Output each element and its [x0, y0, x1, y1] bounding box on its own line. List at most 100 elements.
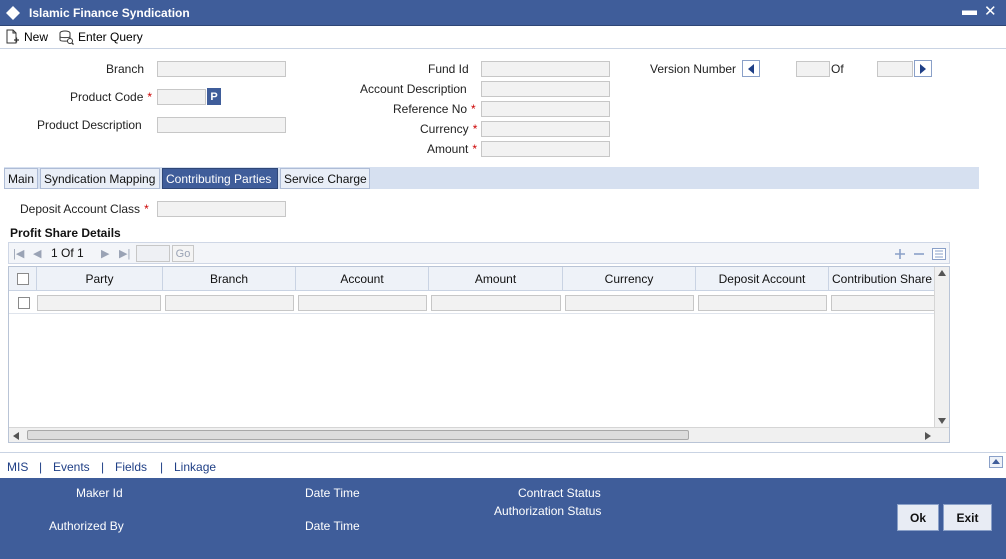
branch-label: Branch [106, 62, 145, 76]
tab-strip: Main Syndication Mapping Contributing Pa… [4, 167, 979, 189]
product-code-lookup-button[interactable]: P [207, 88, 221, 105]
contribution-share-cell[interactable] [831, 295, 935, 311]
enter-query-label: Enter Query [78, 30, 143, 44]
product-description-label: Product Description [37, 118, 142, 132]
grid-pager-bar: |◀ ◀ 1 Of 1 ▶ ▶| Go [8, 242, 950, 264]
column-header-party[interactable]: Party [37, 267, 163, 291]
select-all-cell [9, 267, 37, 291]
add-row-icon[interactable] [892, 246, 908, 262]
tab-contributing-parties[interactable]: Contributing Parties [162, 168, 278, 189]
close-icon[interactable]: ✕ [984, 2, 997, 20]
table-row[interactable] [9, 292, 935, 314]
page-number-input[interactable] [136, 245, 170, 262]
amount-field[interactable] [481, 141, 610, 157]
account-description-label: Account Description [360, 82, 467, 96]
account-cell[interactable] [298, 295, 427, 311]
horizontal-scrollbar[interactable] [9, 427, 949, 442]
fund-id-label: Fund Id [428, 62, 469, 76]
link-separator: | [39, 460, 43, 474]
last-page-icon[interactable]: ▶| [119, 247, 130, 260]
go-button[interactable]: Go [172, 245, 194, 262]
branch-cell[interactable] [165, 295, 294, 311]
ok-button[interactable]: Ok [897, 504, 939, 531]
link-separator: | [160, 460, 164, 474]
list-view-icon[interactable] [931, 246, 947, 262]
next-page-icon[interactable]: ▶ [101, 247, 109, 260]
currency-field[interactable] [481, 121, 610, 137]
amount-label: Amount * [427, 142, 478, 156]
product-code-label: Product Code * [70, 90, 153, 104]
link-separator: | [101, 460, 105, 474]
grid-header: Party Branch Account Amount Currency Dep… [9, 267, 935, 291]
query-icon [59, 30, 74, 45]
scroll-right-icon[interactable] [925, 432, 931, 440]
required-marker: * [147, 90, 153, 104]
chevron-left-icon [748, 63, 754, 74]
maker-id-label: Maker Id [76, 486, 123, 500]
row-checkbox[interactable] [18, 297, 30, 309]
title-bar: Islamic Finance Syndication ▬ ✕ [0, 0, 1006, 26]
page-indicator: 1 Of 1 [51, 246, 84, 260]
column-header-account[interactable]: Account [296, 267, 429, 291]
contract-status-label: Contract Status [518, 486, 601, 500]
links-bar: MIS | Events | Fields | Linkage [0, 452, 1006, 478]
linkage-link[interactable]: Linkage [174, 460, 216, 474]
required-marker: * [472, 122, 478, 136]
version-number-label: Version Number [650, 62, 737, 76]
new-button-label: New [24, 30, 49, 44]
party-cell[interactable] [37, 295, 161, 311]
fund-id-field[interactable] [481, 61, 610, 77]
account-description-field[interactable] [481, 81, 610, 97]
version-number-field[interactable] [796, 61, 830, 77]
new-button[interactable]: New [4, 28, 48, 46]
vertical-scrollbar[interactable] [934, 267, 949, 427]
product-description-field[interactable] [157, 117, 286, 133]
window-title: Islamic Finance Syndication [29, 6, 190, 20]
chevron-right-icon [920, 63, 926, 74]
scroll-down-icon[interactable] [938, 418, 946, 424]
tab-syndication-mapping[interactable]: Syndication Mapping [40, 168, 160, 189]
fields-link[interactable]: Fields [115, 460, 147, 474]
currency-label: Currency * [420, 122, 478, 136]
first-page-icon[interactable]: |◀ [13, 247, 24, 260]
previous-page-icon[interactable]: ◀ [33, 247, 41, 260]
events-link[interactable]: Events [53, 460, 90, 474]
version-of-label: Of [831, 62, 844, 76]
collapse-up-icon[interactable] [989, 456, 1003, 468]
minimize-icon[interactable]: ▬ [962, 2, 977, 19]
branch-field[interactable] [157, 61, 286, 77]
column-header-deposit-account[interactable]: Deposit Account [696, 267, 829, 291]
column-header-contribution-share[interactable]: Contribution Share [829, 267, 935, 291]
delete-row-icon[interactable] [911, 246, 927, 262]
authorized-by-label: Authorized By [49, 519, 124, 533]
profit-share-details-title: Profit Share Details [10, 226, 121, 240]
product-code-field[interactable] [157, 89, 206, 105]
currency-cell[interactable] [565, 295, 694, 311]
profit-share-grid: Party Branch Account Amount Currency Dep… [8, 266, 950, 443]
column-header-branch[interactable]: Branch [163, 267, 296, 291]
next-version-button[interactable] [914, 60, 932, 77]
audit-panel: Maker Id Date Time Contract Status Autho… [0, 478, 1006, 559]
reference-no-field[interactable] [481, 101, 610, 117]
enter-query-button[interactable]: Enter Query [58, 28, 143, 46]
deposit-account-cell[interactable] [698, 295, 827, 311]
app-logo-icon [6, 6, 20, 20]
exit-button[interactable]: Exit [943, 504, 992, 531]
horizontal-scroll-thumb[interactable] [27, 430, 689, 440]
column-header-currency[interactable]: Currency [563, 267, 696, 291]
new-document-icon [6, 29, 19, 44]
previous-version-button[interactable] [742, 60, 760, 77]
required-marker: * [144, 202, 149, 216]
select-all-checkbox[interactable] [16, 273, 29, 285]
tab-main[interactable]: Main [4, 168, 38, 189]
scroll-left-icon[interactable] [13, 432, 19, 440]
version-total-field [877, 61, 913, 77]
mis-link[interactable]: MIS [7, 460, 28, 474]
column-header-amount[interactable]: Amount [429, 267, 563, 291]
scroll-up-icon[interactable] [938, 270, 946, 276]
tab-service-charge[interactable]: Service Charge [280, 168, 370, 189]
deposit-account-class-field[interactable] [157, 201, 286, 217]
reference-no-label: Reference No * [393, 102, 476, 116]
authorization-status-label: Authorization Status [494, 504, 602, 518]
amount-cell[interactable] [431, 295, 561, 311]
